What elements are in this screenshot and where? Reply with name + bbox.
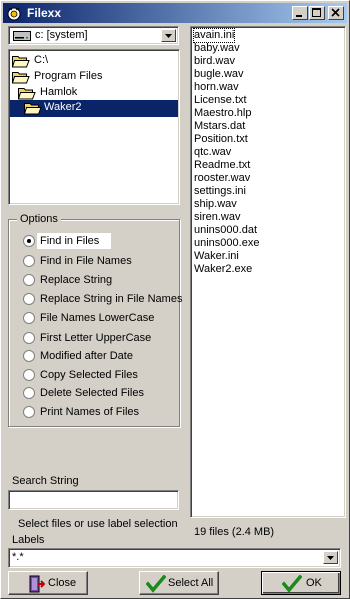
- radio-icon[interactable]: [23, 332, 35, 344]
- tree-item-label: Program Files: [34, 70, 103, 82]
- labels-value: *.*: [12, 551, 24, 563]
- title-bar[interactable]: Filexx: [3, 3, 347, 23]
- folder-open-icon: [12, 56, 30, 68]
- option-label: Modified after Date: [40, 350, 133, 362]
- app-window: Filexx c: [system] C:\ Program Files Ham…: [0, 0, 350, 599]
- chevron-down-icon: [165, 34, 172, 38]
- maximize-icon: [312, 8, 321, 17]
- file-item[interactable]: Position.txt: [194, 133, 248, 146]
- minimize-button[interactable]: [292, 6, 308, 20]
- radio-icon[interactable]: [23, 369, 35, 381]
- option-label: Delete Selected Files: [40, 387, 144, 399]
- tree-item-waker2[interactable]: Waker2: [10, 100, 178, 117]
- radio-icon[interactable]: [23, 274, 35, 286]
- file-item[interactable]: avain.ini: [192, 28, 236, 43]
- file-item[interactable]: Maestro.hlp: [194, 107, 251, 120]
- minimize-icon: [296, 15, 302, 17]
- chevron-down-icon: [327, 556, 334, 560]
- option-label: Find in File Names: [40, 255, 132, 267]
- drive-value: c: [system]: [35, 29, 88, 41]
- selection-hint: Select files or use label selection: [18, 518, 178, 530]
- window-title: Filexx: [27, 6, 62, 20]
- close-button-label: Close: [48, 577, 77, 589]
- close-window-button[interactable]: [328, 6, 344, 20]
- file-item[interactable]: horn.wav: [194, 81, 239, 94]
- file-item[interactable]: bugle.wav: [194, 68, 244, 81]
- checkmark-icon: [282, 575, 302, 593]
- close-button[interactable]: Close: [8, 571, 88, 595]
- file-item[interactable]: baby.wav: [194, 42, 240, 55]
- folder-open-icon: [12, 72, 30, 84]
- file-item[interactable]: unins000.dat: [194, 224, 257, 237]
- ok-button[interactable]: OK: [261, 571, 341, 595]
- labels-dropdown-button[interactable]: [323, 551, 338, 564]
- radio-icon[interactable]: [23, 406, 35, 418]
- labels-select[interactable]: *.*: [8, 548, 341, 568]
- options-legend: Options: [17, 213, 61, 225]
- folder-open-icon: [24, 103, 42, 115]
- option-label: Find in Files: [40, 235, 100, 247]
- file-list[interactable]: avain.ini baby.wav bird.wav bugle.wav ho…: [190, 26, 346, 518]
- tree-item-label: Waker2: [44, 101, 82, 113]
- radio-icon[interactable]: [23, 350, 35, 362]
- radio-icon[interactable]: [23, 293, 35, 305]
- file-item[interactable]: bird.wav: [194, 55, 235, 68]
- close-icon: [331, 8, 340, 17]
- radio-icon[interactable]: [23, 255, 35, 267]
- option-label: Replace String: [40, 274, 113, 286]
- app-icon: [7, 7, 21, 21]
- file-item[interactable]: unins000.exe: [194, 237, 259, 250]
- tree-item-hamlok[interactable]: Hamlok: [18, 85, 138, 101]
- maximize-button[interactable]: [309, 6, 325, 20]
- drive-icon: [13, 31, 31, 41]
- file-count-status: 19 files (2.4 MB): [194, 526, 275, 538]
- option-label: File Names LowerCase: [40, 312, 155, 324]
- select-all-button[interactable]: Select All: [139, 571, 219, 595]
- labels-label: Labels: [12, 534, 45, 546]
- file-item[interactable]: Waker2.exe: [194, 263, 252, 276]
- option-label: Print Names of Files: [40, 406, 140, 418]
- search-input[interactable]: [8, 490, 179, 510]
- option-label: First Letter UpperCase: [40, 332, 152, 344]
- file-item[interactable]: Readme.txt: [194, 159, 250, 172]
- tree-item-label: Hamlok: [40, 86, 78, 98]
- radio-checked-icon[interactable]: [23, 235, 35, 247]
- search-label: Search String: [12, 475, 79, 487]
- file-item[interactable]: License.txt: [194, 94, 247, 107]
- file-item[interactable]: Waker.ini: [194, 250, 239, 263]
- file-item[interactable]: ship.wav: [194, 198, 237, 211]
- drive-select[interactable]: c: [system]: [8, 26, 179, 45]
- file-item[interactable]: siren.wav: [194, 211, 240, 224]
- option-label: Replace String in File Names: [40, 293, 183, 305]
- folder-tree[interactable]: C:\ Program Files Hamlok Waker2: [8, 49, 180, 205]
- file-item[interactable]: Mstars.dat: [194, 120, 245, 133]
- file-item[interactable]: rooster.wav: [194, 172, 250, 185]
- door-exit-icon: [29, 575, 45, 593]
- file-item[interactable]: settings.ini: [194, 185, 246, 198]
- folder-open-icon: [18, 88, 36, 100]
- checkmark-icon: [146, 575, 166, 593]
- radio-icon[interactable]: [23, 312, 35, 324]
- drive-dropdown-button[interactable]: [161, 29, 176, 42]
- tree-item-label: C:\: [34, 54, 49, 66]
- tree-item-program-files[interactable]: Program Files: [12, 69, 132, 85]
- ok-button-label: OK: [306, 577, 322, 589]
- radio-icon[interactable]: [23, 387, 35, 399]
- file-item[interactable]: qtc.wav: [194, 146, 231, 159]
- tree-item-root[interactable]: C:\: [12, 53, 132, 69]
- option-label: Copy Selected Files: [40, 369, 138, 381]
- select-all-button-label: Select All: [168, 577, 214, 589]
